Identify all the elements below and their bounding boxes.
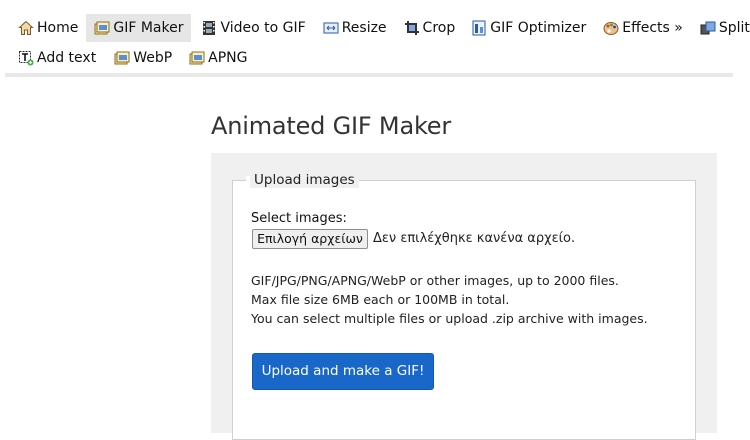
nav-row-1: Home GIF Maker Video to GIF Resize Crop: [0, 13, 750, 43]
apng-icon: [189, 50, 205, 66]
page-title: Animated GIF Maker: [211, 112, 452, 140]
palette-icon: [603, 20, 619, 36]
nav-resize-label: Resize: [341, 20, 387, 36]
upload-submit-button[interactable]: Upload and make a GIF!: [252, 353, 434, 390]
nav-crop-label: Crop: [422, 20, 456, 36]
gif-maker-icon: [94, 20, 110, 36]
info-line-size: Max file size 6MB each or 100MB in total…: [251, 292, 510, 307]
nav-divider: [5, 73, 733, 77]
crop-icon: [404, 20, 420, 36]
nav-apng[interactable]: APNG: [180, 44, 255, 72]
nav-video-to-gif[interactable]: Video to GIF: [191, 14, 313, 42]
nav-gif-optimizer-label: GIF Optimizer: [490, 20, 587, 36]
nav-split[interactable]: Split: [691, 14, 750, 42]
nav-effects[interactable]: Effects »: [594, 14, 691, 42]
optimizer-icon: [471, 20, 487, 36]
nav-video-to-gif-label: Video to GIF: [220, 20, 306, 36]
nav-gif-optimizer[interactable]: GIF Optimizer: [463, 14, 594, 42]
nav-home-label: Home: [37, 20, 79, 36]
nav-row-2: Add text WebP APNG: [0, 43, 256, 73]
film-icon: [201, 20, 217, 36]
file-status-text: Δεν επιλέχθηκε κανένα αρχείο.: [373, 231, 576, 246]
info-line-formats: GIF/JPG/PNG/APNG/WebP or other images, u…: [251, 273, 619, 288]
nav-gif-maker[interactable]: GIF Maker: [86, 14, 192, 42]
file-select-button[interactable]: Επιλογή αρχείων: [252, 229, 368, 249]
nav-webp-label: WebP: [133, 50, 173, 66]
resize-icon: [323, 20, 339, 36]
nav-webp[interactable]: WebP: [104, 44, 180, 72]
nav-add-text-label: Add text: [37, 50, 97, 66]
split-icon: [700, 20, 716, 36]
nav-effects-label: Effects »: [622, 20, 683, 36]
nav-home[interactable]: Home: [0, 14, 86, 42]
select-images-label: Select images:: [251, 211, 347, 226]
nav-apng-label: APNG: [208, 50, 248, 66]
add-text-icon: [18, 50, 34, 66]
home-icon: [18, 20, 34, 36]
nav-crop[interactable]: Crop: [395, 14, 464, 42]
info-line-multiple: You can select multiple files or upload …: [251, 311, 648, 326]
nav-add-text[interactable]: Add text: [0, 44, 104, 72]
nav-resize[interactable]: Resize: [314, 14, 395, 42]
nav-split-label: Split: [718, 20, 750, 36]
webp-icon: [114, 50, 130, 66]
nav-gif-maker-label: GIF Maker: [113, 20, 184, 36]
upload-legend: Upload images: [250, 172, 359, 188]
